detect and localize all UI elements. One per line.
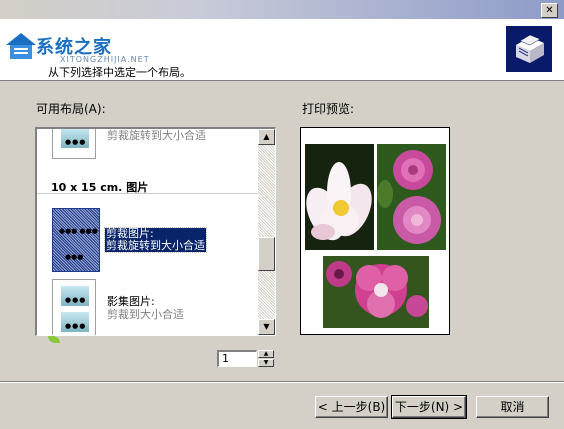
layout-item-desc[interactable]: 剪裁到大小合适 bbox=[107, 308, 184, 321]
print-preview-label: 打印预览: bbox=[302, 102, 355, 116]
cancel-button[interactable]: 取消 bbox=[476, 396, 549, 418]
layout-list[interactable]: ●●● 剪裁旋转到大小合适 10 x 15 cm. 图片 ●●● ●●● ●●●… bbox=[35, 127, 276, 336]
scroll-down-button[interactable]: ▼ bbox=[258, 319, 275, 335]
available-layouts-label: 可用布局(A): bbox=[36, 102, 106, 116]
layout-item-text[interactable]: 剪裁旋转到大小合适 bbox=[107, 129, 206, 142]
copies-spinner-buttons[interactable]: ▲ ▼ bbox=[258, 350, 274, 367]
layout-list-scrollbar[interactable]: ▲ ▼ bbox=[258, 129, 275, 335]
layout-item-desc: 剪裁旋转到大小合适 bbox=[106, 239, 205, 252]
pink-flowers-photo bbox=[377, 144, 446, 250]
spin-up-button[interactable]: ▲ bbox=[258, 350, 274, 358]
house-logo-icon bbox=[6, 33, 36, 59]
printer-icon bbox=[506, 26, 552, 72]
leaf-decoration bbox=[48, 336, 60, 343]
title-bar bbox=[0, 0, 564, 19]
white-lotus-photo bbox=[305, 144, 374, 250]
spin-down-button[interactable]: ▼ bbox=[258, 359, 274, 367]
header-subtitle: 从下列选择中选定一个布局。 bbox=[48, 66, 191, 79]
pink-geranium-photo bbox=[323, 256, 429, 328]
spin-down-icon: ▼ bbox=[263, 359, 269, 366]
footer-separator bbox=[0, 381, 564, 383]
back-button[interactable]: < 上一步(B) bbox=[315, 396, 388, 418]
wizard-header: 系统之家 XITONGZHIJIA.NET 从下列选择中选定一个布局。 bbox=[0, 19, 564, 81]
copies-input[interactable]: 1 bbox=[217, 350, 257, 367]
next-button[interactable]: 下一步(N) > bbox=[391, 395, 467, 419]
layout-item-title[interactable]: 影集图片: bbox=[107, 295, 155, 308]
close-icon: ✕ bbox=[545, 5, 554, 16]
arrow-down-icon: ▼ bbox=[263, 322, 270, 331]
section-divider bbox=[37, 193, 259, 194]
print-preview-pane bbox=[300, 127, 450, 335]
layout-thumbnail[interactable]: ●●● ●●● bbox=[52, 279, 96, 335]
layout-thumbnail[interactable]: ●●● bbox=[52, 129, 96, 159]
scroll-up-button[interactable]: ▲ bbox=[258, 129, 275, 145]
watermark-sub: XITONGZHIJIA.NET bbox=[60, 55, 150, 64]
layout-item-selected[interactable]: 剪裁图片: 剪裁旋转到大小合适 bbox=[104, 227, 207, 253]
close-button[interactable]: ✕ bbox=[541, 3, 558, 18]
arrow-up-icon: ▲ bbox=[263, 132, 270, 141]
scrollbar-thumb[interactable] bbox=[258, 237, 275, 271]
layout-thumbnail-selected[interactable]: ●●● ●●● ●●● bbox=[52, 208, 100, 272]
spin-up-icon: ▲ bbox=[263, 350, 269, 357]
